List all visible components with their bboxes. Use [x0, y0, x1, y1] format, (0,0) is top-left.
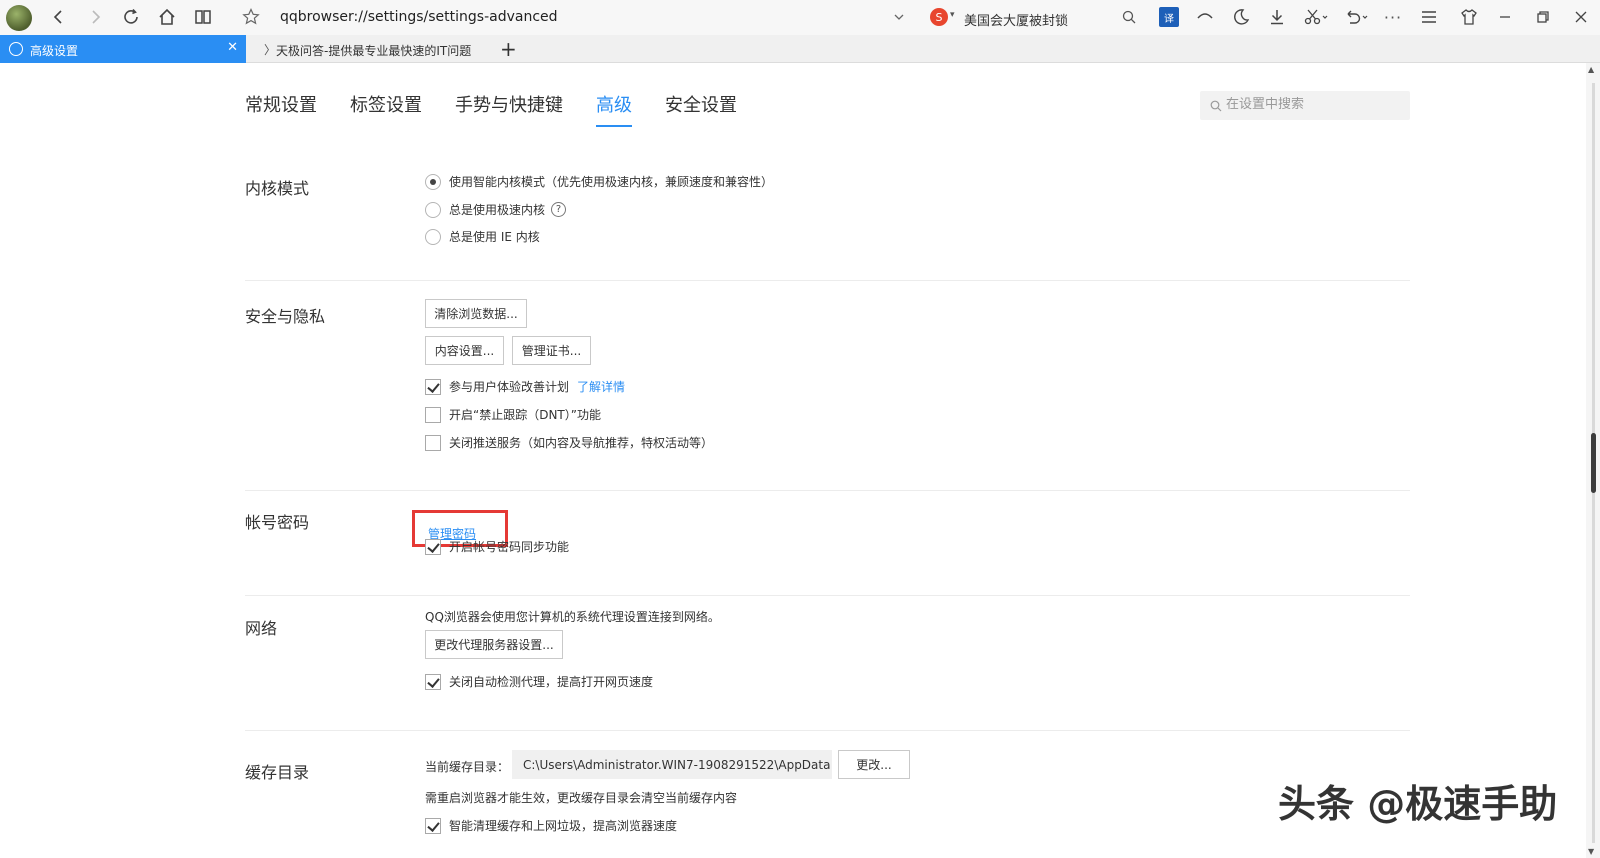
scrollbar[interactable]: ▲ ▼ [1586, 63, 1600, 858]
search-engine-icon[interactable]: S [930, 8, 948, 26]
tab-title: 高级设置 [30, 44, 79, 58]
settings-tab-icon [9, 42, 23, 56]
tab-general[interactable]: 常规设置 [245, 91, 317, 127]
menu-icon[interactable] [1418, 6, 1440, 28]
mouse-gesture-icon[interactable] [1194, 6, 1216, 28]
undo-icon[interactable] [1342, 6, 1372, 28]
more-icon[interactable]: ··· [1382, 6, 1404, 28]
option-label: 总是使用极速内核 [449, 203, 546, 217]
radio-selected[interactable] [425, 173, 441, 190]
tab-tabs[interactable]: 标签设置 [350, 91, 422, 127]
cache-current-label: 当前缓存目录： [425, 760, 510, 774]
divider [245, 490, 1410, 491]
screenshot-icon[interactable] [1302, 6, 1332, 28]
settings-nav: 常规设置 标签设置 手势与快捷键 高级 安全设置 [245, 91, 770, 127]
checkbox-checked[interactable] [425, 538, 441, 555]
option-label: 开启帐号密码同步功能 [449, 540, 570, 554]
close-icon[interactable] [1570, 6, 1592, 28]
new-tab-icon[interactable]: + [500, 37, 517, 61]
tab-title: 天极问答-提供最专业最快速的IT问题 [276, 44, 472, 58]
star-icon[interactable] [240, 6, 262, 28]
change-cache-dir-button[interactable]: 更改... [838, 750, 910, 779]
manage-certificates-button[interactable]: 管理证书... [512, 336, 591, 365]
url-text[interactable]: qqbrowser://settings/settings-advanced [280, 9, 558, 25]
content-settings-button[interactable]: 内容设置... [425, 336, 504, 365]
divider [245, 730, 1410, 731]
scroll-down-icon[interactable]: ▼ [1588, 847, 1594, 856]
download-icon[interactable] [1266, 6, 1288, 28]
back-icon[interactable] [48, 6, 70, 28]
search-engine-dropdown-icon[interactable]: ▾ [950, 10, 955, 20]
help-icon[interactable]: ? [551, 202, 567, 217]
restore-icon[interactable] [1532, 6, 1554, 28]
network-section-title: 网络 [245, 619, 278, 638]
browser-logo-icon[interactable] [6, 5, 32, 31]
minimize-icon[interactable] [1494, 6, 1516, 28]
kernel-option-ie[interactable]: 总是使用 IE 内核 [425, 228, 540, 245]
radio[interactable] [425, 228, 441, 245]
divider [245, 595, 1410, 596]
cache-note: 需重启浏览器才能生效，更改缓存目录会清空当前缓存内容 [425, 791, 738, 805]
cache-path-field[interactable]: C:\Users\Administrator.WIN7-1908291522\A… [512, 750, 832, 779]
clear-browsing-data-button[interactable]: 清除浏览数据... [425, 299, 527, 328]
proxy-settings-button[interactable]: 更改代理服务器设置... [425, 630, 563, 659]
option-label: 开启“禁止跟踪（DNT）”功能 [449, 408, 601, 422]
refresh-icon[interactable] [120, 6, 142, 28]
option-label: 关闭自动检测代理，提高打开网页速度 [449, 675, 654, 689]
watermark: 头条 @极速手助 [1278, 782, 1558, 826]
auto-detect-proxy-option[interactable]: 关闭自动检测代理，提高打开网页速度 [425, 673, 653, 690]
option-label: 智能清理缓存和上网垃圾，提高浏览器速度 [449, 819, 678, 833]
checkbox-checked[interactable] [425, 673, 441, 690]
learn-more-link[interactable]: 了解详情 [577, 378, 625, 395]
privacy-section-title: 安全与隐私 [245, 307, 326, 326]
network-note: QQ浏览器会使用您计算机的系统代理设置连接到网络。 [425, 610, 720, 624]
search-icon[interactable] [1118, 6, 1140, 28]
tab-advanced[interactable]: 高级 [596, 91, 632, 127]
shirt-icon[interactable] [1458, 6, 1480, 28]
checkbox[interactable] [425, 434, 441, 451]
option-label: 总是使用 IE 内核 [449, 230, 540, 244]
divider [245, 280, 1410, 281]
kernel-option-smart[interactable]: 使用智能内核模式（优先使用极速内核，兼顾速度和兼容性） [425, 173, 773, 190]
night-mode-icon[interactable] [1230, 6, 1252, 28]
forward-icon[interactable] [84, 6, 106, 28]
scroll-thumb[interactable] [1591, 433, 1596, 493]
tab-chevron-icon: 〉 [264, 43, 277, 57]
checkbox-checked[interactable] [425, 817, 441, 834]
option-label: 关闭推送服务（如内容及导航推荐，特权活动等） [449, 436, 714, 450]
settings-page: 常规设置 标签设置 手势与快捷键 高级 安全设置 内核模式 使用智能内核模式（优… [0, 63, 1586, 858]
kernel-option-fast[interactable]: 总是使用极速内核 ? [425, 201, 567, 218]
dropdown-icon[interactable] [888, 6, 910, 28]
tab-gestures-shortcuts[interactable]: 手势与快捷键 [455, 91, 563, 127]
option-label: 参与用户体验改善计划 [449, 380, 570, 394]
home-icon[interactable] [156, 6, 178, 28]
kernel-section-title: 内核模式 [245, 179, 310, 198]
push-service-option[interactable]: 关闭推送服务（如内容及导航推荐，特权活动等） [425, 434, 713, 451]
browser-toolbar: qqbrowser://settings/settings-advanced S… [0, 0, 1600, 35]
scroll-up-icon[interactable]: ▲ [1588, 65, 1594, 74]
settings-search[interactable] [1200, 91, 1410, 120]
radio[interactable] [425, 201, 441, 218]
checkbox-checked[interactable] [425, 378, 441, 395]
tab-bar: 高级设置 ✕ 〉 天极问答-提供最专业最快速的IT问题 + [0, 35, 1600, 63]
tab-advanced-settings[interactable]: 高级设置 ✕ [0, 35, 246, 63]
tab-tianji[interactable]: 〉 天极问答-提供最专业最快速的IT问题 [260, 35, 490, 63]
ux-program-option[interactable]: 参与用户体验改善计划 了解详情 [425, 378, 625, 395]
account-section-title: 帐号密码 [245, 513, 310, 532]
smart-clean-option[interactable]: 智能清理缓存和上网垃圾，提高浏览器速度 [425, 817, 677, 834]
dnt-option[interactable]: 开启“禁止跟踪（DNT）”功能 [425, 406, 601, 423]
search-icon [1210, 100, 1222, 112]
password-sync-option[interactable]: 开启帐号密码同步功能 [425, 538, 569, 555]
reader-icon[interactable] [192, 6, 214, 28]
settings-search-input[interactable] [1226, 97, 1401, 112]
cache-section-title: 缓存目录 [245, 763, 310, 782]
toolbar-search[interactable]: S ▾ 美国会大厦被封锁 [928, 4, 1146, 31]
tab-security[interactable]: 安全设置 [665, 91, 737, 127]
option-label: 使用智能内核模式（优先使用极速内核，兼顾速度和兼容性） [449, 175, 774, 189]
checkbox[interactable] [425, 406, 441, 423]
tab-close-icon[interactable]: ✕ [227, 40, 238, 55]
search-query[interactable]: 美国会大厦被封锁 [964, 10, 1068, 29]
address-bar[interactable]: qqbrowser://settings/settings-advanced [232, 4, 914, 31]
translate-icon[interactable]: 译 [1158, 6, 1180, 28]
